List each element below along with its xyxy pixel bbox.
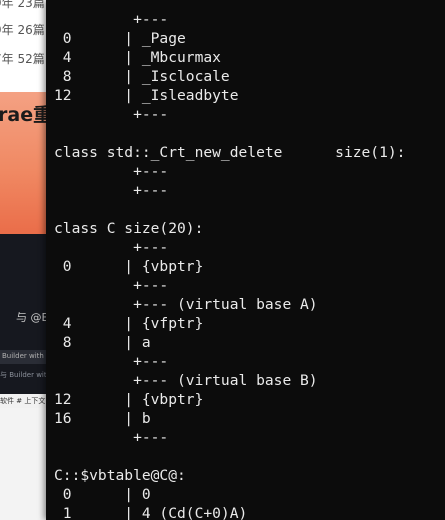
terminal-line: +---: [54, 353, 169, 370]
article-chip-label: Builder with M: [2, 352, 53, 360]
terminal-line: +--- (virtual base A): [54, 296, 318, 313]
terminal-line: 16 | b: [54, 410, 151, 427]
terminal-line: 1 | 4 (Cd(C+0)A): [54, 505, 248, 520]
terminal-line: class C size(20):: [54, 220, 204, 237]
background-list-item[interactable]: 9年 23篇: [0, 0, 45, 11]
terminal-output: +--- 0 | _Page 4 | _Mbcurmax 8 | _Iscloc…: [54, 10, 405, 520]
terminal-line: 4 | {vfptr}: [54, 315, 204, 332]
terminal-line: +---: [54, 429, 169, 446]
terminal-line: 12 | _Isleadbyte: [54, 87, 239, 104]
terminal-line: 12 | {vbptr}: [54, 391, 204, 408]
terminal-line: 0 | _Page: [54, 30, 186, 47]
background-list-item[interactable]: 7年 52篇: [0, 50, 45, 67]
terminal-line: 8 | _Isclocale: [54, 68, 230, 85]
terminal-window[interactable]: +--- 0 | _Page 4 | _Mbcurmax 8 | _Iscloc…: [46, 0, 445, 520]
terminal-line: +---: [54, 11, 169, 28]
terminal-line: +---: [54, 239, 169, 256]
terminal-line: +---: [54, 182, 169, 199]
terminal-line: +--- (virtual base B): [54, 372, 318, 389]
terminal-line: 4 | _Mbcurmax: [54, 49, 221, 66]
terminal-line: 0 | {vbptr}: [54, 258, 204, 275]
terminal-line: +---: [54, 277, 169, 294]
article-title[interactable]: rae重: [0, 100, 52, 127]
background-list-item[interactable]: 9年 26篇: [0, 21, 45, 38]
article-subtext: 与 Builder with: [0, 371, 52, 379]
terminal-line: C::$vbtable@C@:: [54, 467, 186, 484]
article-menu-label[interactable]: 软件 # 上下文: [0, 396, 45, 406]
terminal-line: +---: [54, 163, 169, 180]
terminal-line: 8 | a: [54, 334, 151, 351]
terminal-line: +---: [54, 106, 169, 123]
terminal-line: 0 | 0: [54, 486, 151, 503]
terminal-line: class std::_Crt_new_delete size(1):: [54, 144, 406, 161]
article-byline: 与 @B: [16, 311, 50, 324]
